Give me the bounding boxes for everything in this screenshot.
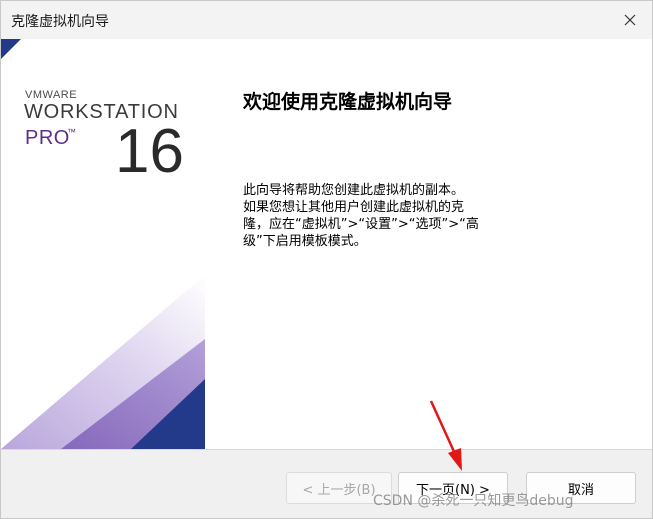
close-icon — [624, 14, 636, 26]
description-line: 隆，应在“虚拟机”>“设置”>“选项”>“高 — [243, 217, 479, 232]
brand-pro: PRO — [25, 127, 70, 149]
corner-triangle — [1, 39, 21, 59]
wizard-content: VMWARE WORKSTATION PRO ™ 16 欢迎使用克隆虚拟机向导 … — [1, 39, 652, 449]
close-button[interactable] — [608, 1, 652, 39]
description-line: 级”下启用模板模式。 — [243, 234, 367, 249]
page-title: 欢迎使用克隆虚拟机向导 — [243, 91, 453, 113]
csdn-watermark: CSDN @杀死一只知更鸟debug — [373, 493, 574, 509]
vmware-banner: VMWARE WORKSTATION PRO ™ 16 — [1, 39, 205, 449]
clone-vm-wizard-window: 克隆虚拟机向导 VMWARE WORKSTATION PRO ™ 16 欢迎使用… — [0, 0, 653, 519]
brand-trademark: ™ — [67, 127, 76, 137]
brand-vmware: VMWARE — [25, 89, 78, 101]
title-bar: 克隆虚拟机向导 — [1, 1, 652, 39]
brand-version: 16 — [115, 117, 184, 186]
description-line: 如果您想让其他用户创建此虚拟机的克 — [243, 200, 465, 215]
wizard-description: 此向导将帮助您创建此虚拟机的副本。 如果您想让其他用户创建此虚拟机的克 隆，应在… — [243, 182, 503, 250]
description-line: 此向导将帮助您创建此虚拟机的副本。 — [243, 183, 465, 198]
window-title: 克隆虚拟机向导 — [11, 14, 109, 30]
